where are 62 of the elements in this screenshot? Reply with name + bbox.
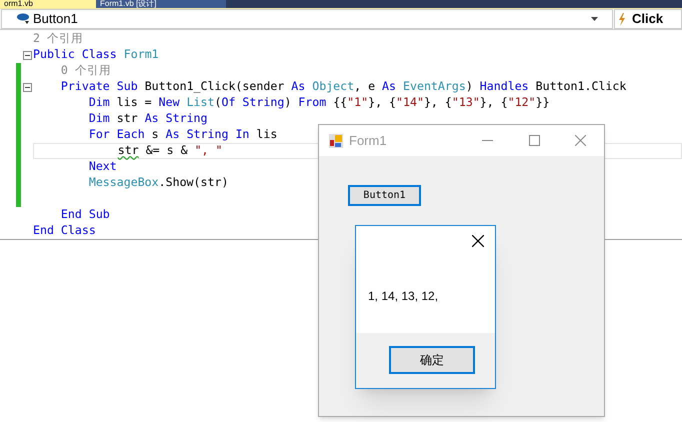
code-token: }} (536, 94, 550, 112)
code-token: lis (256, 126, 278, 144)
code-token: Form1 (124, 46, 159, 64)
code-token: Button1_Click(sender (144, 78, 286, 96)
code-token: Handles (480, 78, 530, 96)
code-token: ", " (194, 142, 222, 160)
code-token: Next (88, 158, 117, 176)
code-token: New (158, 94, 181, 112)
code-token: "14" (396, 94, 424, 112)
code-token: .Show(str) (158, 174, 228, 192)
editor-tab[interactable]: orm1.vb (0, 0, 96, 8)
code-token: As String (144, 110, 208, 128)
code-token: Object (312, 78, 354, 96)
code-token: s (152, 126, 160, 144)
code-token: {{ (333, 94, 348, 112)
ok-button[interactable]: 确定 (389, 346, 475, 374)
close-icon[interactable] (472, 235, 484, 247)
code-token: }, { (480, 94, 508, 112)
code-token: Dim (88, 94, 111, 112)
code-token: ) (284, 94, 292, 112)
message-text: 1, 14, 13, 12, (368, 288, 438, 305)
code-token: str (118, 142, 139, 160)
code-token: Of String (221, 94, 284, 112)
code-token: End Sub (60, 206, 110, 224)
code-token: EventArgs (403, 78, 466, 96)
code-token: As (291, 78, 306, 96)
code-token: Button1.Click (536, 78, 626, 96)
code-token: }, { (424, 94, 452, 112)
maximize-icon[interactable] (529, 135, 540, 146)
code-token: MessageBox (88, 174, 159, 192)
code-token: ) (466, 78, 474, 96)
code-token: As String In (166, 126, 250, 144)
code-token: Dim (88, 110, 111, 128)
code-token: "1" (347, 94, 368, 112)
code-token: &= s & (144, 142, 189, 160)
code-token: str (116, 110, 139, 128)
collapse-icon[interactable] (22, 82, 32, 92)
code-token: }, { (368, 94, 396, 112)
code-token: As (382, 78, 398, 96)
object-name: Button1 (33, 10, 79, 28)
reference-count[interactable]: 2 个引用 (33, 30, 83, 48)
code-token: From (298, 94, 328, 112)
code-token: , e (354, 78, 376, 96)
code-token: Public Class (33, 46, 118, 64)
collapse-icon[interactable] (22, 50, 32, 60)
code-token: End Class (33, 222, 96, 240)
form-icon (329, 134, 343, 148)
code-token: lis = (116, 94, 153, 112)
window-title: Form1 (349, 132, 388, 150)
code-token: List (186, 94, 214, 112)
lightning-icon (618, 12, 626, 26)
code-token: Private Sub (60, 78, 139, 96)
caret-icon (591, 17, 598, 21)
event-name: Click (632, 10, 664, 28)
event-dropdown[interactable]: Click (614, 9, 682, 29)
code-token: "13" (452, 94, 480, 112)
form-button[interactable]: Button1 (348, 185, 421, 206)
code-token: "12" (508, 94, 536, 112)
code-token: For Each (88, 126, 146, 144)
object-dropdown[interactable]: Button1 (1, 9, 613, 29)
code-token: ( (214, 94, 222, 112)
reference-count[interactable]: 0 个引用 (33, 62, 111, 80)
